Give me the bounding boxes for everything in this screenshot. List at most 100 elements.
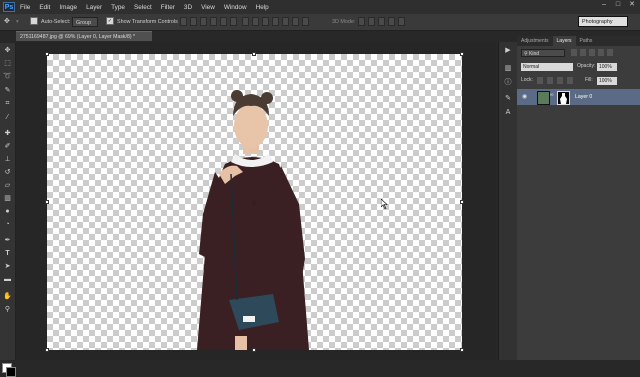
menu-image[interactable]: Image	[59, 4, 77, 11]
move-tool-icon[interactable]: ✥	[4, 17, 10, 27]
layer-name[interactable]: Layer 0	[575, 89, 592, 105]
link-icon[interactable]: ∞	[550, 92, 554, 98]
filter-pixel-icon[interactable]	[571, 49, 577, 56]
auto-select-checkbox[interactable]: Auto-Select:	[30, 16, 70, 27]
filter-type-icon[interactable]	[589, 49, 595, 56]
canvas[interactable]: ✛	[47, 54, 462, 350]
align-center-icon[interactable]	[220, 17, 227, 26]
blend-mode-dropdown[interactable]: Normal	[521, 63, 573, 71]
options-bar: ✥ ▾ Auto-Select: Group ✓ Show Transform C…	[0, 14, 640, 31]
blur-tool-icon[interactable]: ●	[3, 207, 12, 216]
menu-edit[interactable]: Edit	[39, 4, 50, 11]
3d-roll-icon[interactable]	[368, 17, 375, 26]
play-icon[interactable]: ▶	[503, 46, 513, 56]
tools-panel: ✥ ⬚ ➰ ✎ ⌗ ⁄ ✚ ✐ ⊥ ↺ ▱ ▥ ● ◔ ✒ T ➤ ▬ ✋ ⚲	[0, 43, 16, 377]
layer-mask-thumbnail[interactable]	[557, 91, 570, 105]
character-icon[interactable]: A	[503, 108, 513, 118]
distribute-buttons	[242, 17, 309, 26]
eraser-tool-icon[interactable]: ▱	[3, 181, 12, 190]
histogram-icon[interactable]: ▥	[503, 64, 513, 74]
3d-scale-icon[interactable]	[398, 17, 405, 26]
dodge-tool-icon[interactable]: ◔	[3, 220, 12, 229]
transform-handle[interactable]	[45, 348, 49, 352]
menu-help[interactable]: Help	[256, 4, 269, 11]
menu-select[interactable]: Select	[134, 4, 152, 11]
align-top-icon[interactable]	[180, 17, 187, 26]
distribute-center-icon[interactable]	[282, 17, 289, 26]
hand-tool-icon[interactable]: ✋	[3, 292, 12, 301]
menu-window[interactable]: Window	[224, 4, 247, 11]
3d-rotate-icon[interactable]	[358, 17, 365, 26]
transform-handle[interactable]	[252, 348, 256, 352]
transform-handle[interactable]	[45, 200, 49, 204]
transform-handle[interactable]	[45, 52, 49, 56]
distribute-bottom-icon[interactable]	[262, 17, 269, 26]
show-transform-checkbox[interactable]: ✓ Show Transform Controls	[106, 16, 178, 27]
fill-input[interactable]: 100%	[597, 77, 617, 85]
filter-adjustment-icon[interactable]	[580, 49, 586, 56]
auto-align-icon[interactable]	[302, 17, 309, 26]
gradient-tool-icon[interactable]: ▥	[3, 194, 12, 203]
align-middle-icon[interactable]	[190, 17, 197, 26]
eyedropper-tool-icon[interactable]: ⁄	[3, 113, 12, 122]
opacity-input[interactable]: 100%	[597, 63, 617, 71]
filter-smart-object-icon[interactable]	[607, 49, 613, 56]
quick-select-tool-icon[interactable]: ✎	[3, 86, 12, 95]
transform-handle[interactable]	[460, 200, 464, 204]
marquee-tool-icon[interactable]: ⬚	[3, 59, 12, 68]
lock-pixels-icon[interactable]	[547, 77, 553, 84]
layer-thumbnail	[537, 91, 550, 105]
background-color-swatch[interactable]	[6, 367, 16, 377]
transform-handle[interactable]	[252, 52, 256, 56]
move-tool-icon[interactable]: ✥	[3, 46, 12, 55]
brush-tool-icon[interactable]: ✐	[3, 142, 12, 151]
filter-kind-dropdown[interactable]: ⚲ Kind	[521, 49, 565, 57]
healing-brush-tool-icon[interactable]: ✚	[3, 129, 12, 138]
shape-tool-icon[interactable]: ▬	[3, 275, 12, 284]
distribute-middle-icon[interactable]	[252, 17, 259, 26]
transform-handle[interactable]	[460, 52, 464, 56]
menu-type[interactable]: Type	[111, 4, 125, 11]
transform-handle[interactable]	[460, 348, 464, 352]
zoom-tool-icon[interactable]: ⚲	[3, 305, 12, 314]
lock-label: Lock:	[521, 77, 533, 83]
menu-3d[interactable]: 3D	[184, 4, 192, 11]
document-tab[interactable]: 2751169487.jpg @ 69% (Layer 0, Layer Mas…	[16, 31, 152, 41]
lock-all-icon[interactable]	[567, 77, 573, 84]
lock-transparency-icon[interactable]	[537, 77, 543, 84]
type-tool-icon[interactable]: T	[3, 249, 12, 258]
info-icon[interactable]: ⓘ	[503, 78, 513, 88]
eye-icon[interactable]: ◉	[522, 92, 530, 102]
tab-adjustments[interactable]: Adjustments	[517, 36, 553, 46]
brush-presets-icon[interactable]: ✎	[503, 94, 513, 104]
menu-view[interactable]: View	[201, 4, 215, 11]
distribute-top-icon[interactable]	[242, 17, 249, 26]
maximize-button[interactable]: □	[614, 1, 622, 9]
clone-stamp-tool-icon[interactable]: ⊥	[3, 155, 12, 164]
menu-layer[interactable]: Layer	[86, 4, 102, 11]
lock-position-icon[interactable]	[557, 77, 563, 84]
minimize-button[interactable]: –	[600, 1, 608, 9]
layer-row[interactable]: ◉ ∞ Layer 0	[517, 89, 640, 105]
distribute-right-icon[interactable]	[292, 17, 299, 26]
align-bottom-icon[interactable]	[200, 17, 207, 26]
menu-file[interactable]: File	[20, 4, 30, 11]
lasso-tool-icon[interactable]: ➰	[3, 72, 12, 81]
history-brush-tool-icon[interactable]: ↺	[3, 168, 12, 177]
tab-layers[interactable]: Layers	[552, 36, 576, 46]
3d-pan-icon[interactable]	[378, 17, 385, 26]
workspace-dropdown[interactable]: Photography	[578, 16, 628, 27]
align-right-icon[interactable]	[230, 17, 237, 26]
close-button[interactable]: ✕	[628, 1, 636, 9]
path-selection-tool-icon[interactable]: ➤	[3, 262, 12, 271]
auto-select-target-dropdown[interactable]: Group	[72, 17, 98, 27]
distribute-left-icon[interactable]	[272, 17, 279, 26]
filter-shape-icon[interactable]	[598, 49, 604, 56]
pen-tool-icon[interactable]: ✒	[3, 236, 12, 245]
menu-filter[interactable]: Filter	[161, 4, 175, 11]
crop-tool-icon[interactable]: ⌗	[3, 99, 12, 108]
tab-paths[interactable]: Paths	[576, 36, 597, 46]
3d-slide-icon[interactable]	[388, 17, 395, 26]
align-left-icon[interactable]	[210, 17, 217, 26]
transform-center-icon[interactable]: ✛	[251, 200, 257, 208]
